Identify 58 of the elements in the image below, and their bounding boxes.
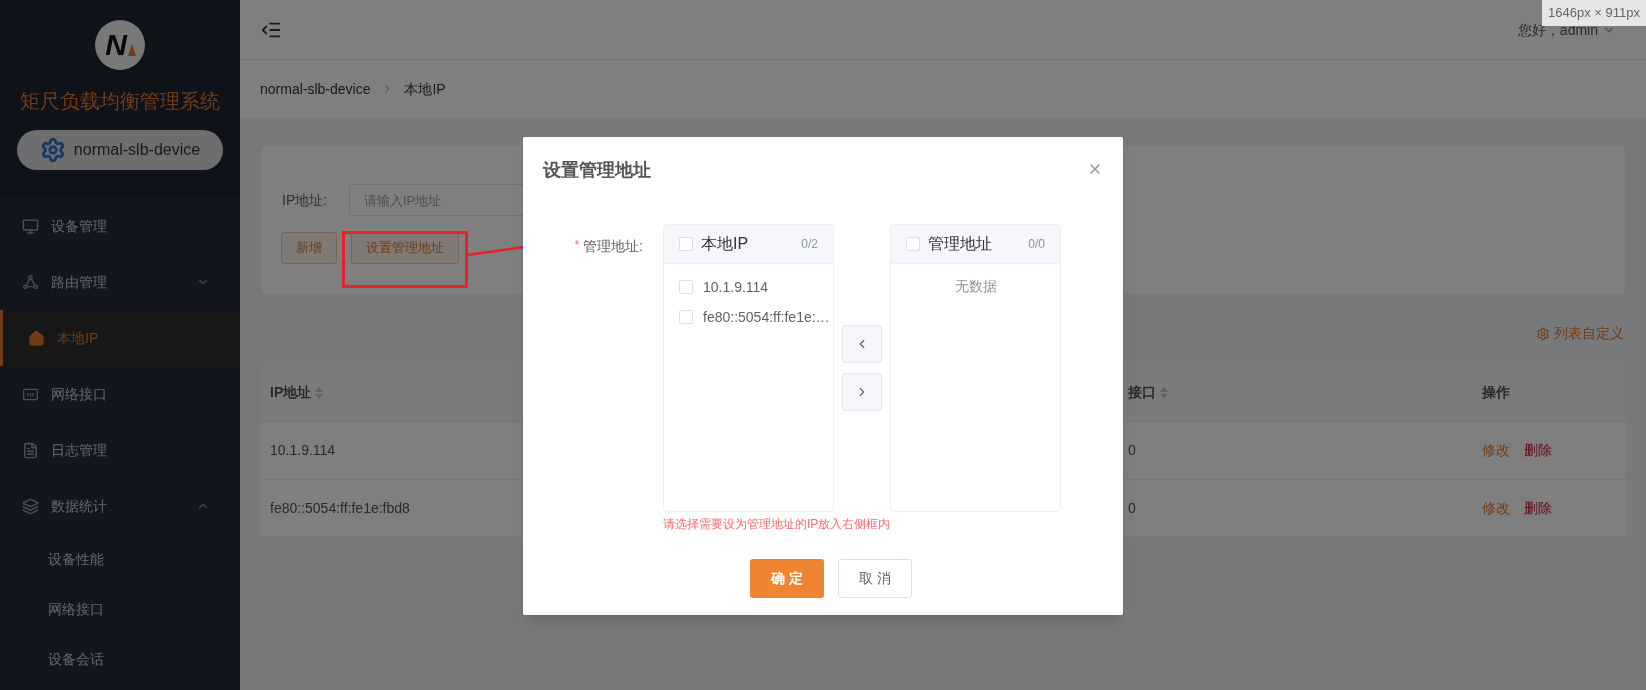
sidebar-item[interactable]: 本地IP	[0, 310, 240, 366]
breadcrumb-item[interactable]: normal-slb-device	[260, 78, 371, 100]
column-header: 接口	[1128, 383, 1156, 402]
empty-text: 无数据	[953, 277, 998, 296]
checkbox[interactable]	[679, 310, 693, 324]
hint-text: 请选择需要设为管理地址的IP放入右侧框内	[663, 516, 892, 533]
layers-icon	[22, 497, 39, 515]
panel-title: 管理地址	[928, 234, 993, 254]
column-settings-link[interactable]: 列表自定义	[1536, 323, 1624, 344]
table-cell: 10.1.9.114	[270, 442, 336, 458]
monitor-icon	[22, 217, 39, 235]
system-title: 矩尺负载均衡管理系统	[20, 89, 220, 114]
edit-link[interactable]: 修改	[1482, 498, 1510, 519]
sidebar-subitem[interactable]: 网络接口	[0, 584, 240, 634]
sidebar-item[interactable]: 网络接口	[0, 366, 240, 422]
sort-icon[interactable]	[1160, 386, 1168, 399]
network-icon	[22, 273, 39, 291]
table-cell: fe80::5054:ff:fe1e:fbd8	[270, 500, 410, 516]
sort-icon[interactable]	[315, 386, 324, 399]
delete-link[interactable]: 删除	[1524, 440, 1552, 461]
gear-icon	[39, 137, 66, 163]
required-mark: *	[574, 237, 580, 254]
ruler-tooltip: 1646px × 911px	[1542, 0, 1646, 26]
panel-count: 0/0	[1028, 236, 1045, 253]
transfer-item[interactable]: 10.1.9.114	[703, 276, 769, 298]
device-pill[interactable]: normal-slb-device	[17, 130, 223, 170]
move-right-button[interactable]	[842, 373, 882, 411]
column-header: 操作	[1482, 383, 1510, 402]
checkbox[interactable]	[679, 280, 693, 294]
sidebar-subitem[interactable]: 设备会话	[0, 634, 240, 684]
panel-count: 0/2	[801, 236, 818, 253]
logo: N	[95, 20, 145, 70]
outline-button[interactable]: 新增	[281, 232, 337, 264]
gear-icon	[1536, 326, 1550, 341]
sidebar-item[interactable]: 数据统计	[0, 478, 240, 534]
move-left-button[interactable]	[842, 325, 882, 363]
sidebar-subitem[interactable]: 设备性能	[0, 534, 240, 584]
table-cell: 0	[1128, 500, 1136, 516]
breadcrumb-item: 本地IP	[404, 79, 446, 99]
cancel-button[interactable]: 取 消	[838, 559, 912, 598]
checkbox[interactable]	[679, 237, 693, 251]
sidebar-item[interactable]: 路由管理	[0, 254, 240, 310]
dialog-title: 设置管理地址	[543, 159, 652, 182]
field-label: 管理地址:	[583, 237, 643, 256]
transfer-item[interactable]: fe80::5054:ff:fe1e:…	[703, 306, 830, 328]
document-icon	[22, 441, 39, 459]
table-cell: 0	[1128, 442, 1136, 458]
home-icon	[28, 329, 45, 347]
edit-link[interactable]: 修改	[1482, 440, 1510, 461]
outline-button[interactable]: 设置管理地址	[351, 232, 459, 264]
panel-title: 本地IP	[701, 234, 750, 254]
delete-link[interactable]: 删除	[1524, 498, 1552, 519]
confirm-button[interactable]: 确 定	[750, 559, 824, 598]
sidebar-item[interactable]: 设备管理	[0, 198, 240, 254]
sidebar-item[interactable]: 日志管理	[0, 422, 240, 478]
column-header: IP地址	[270, 383, 312, 402]
checkbox[interactable]	[906, 237, 920, 251]
field-label: IP地址:	[281, 190, 329, 210]
